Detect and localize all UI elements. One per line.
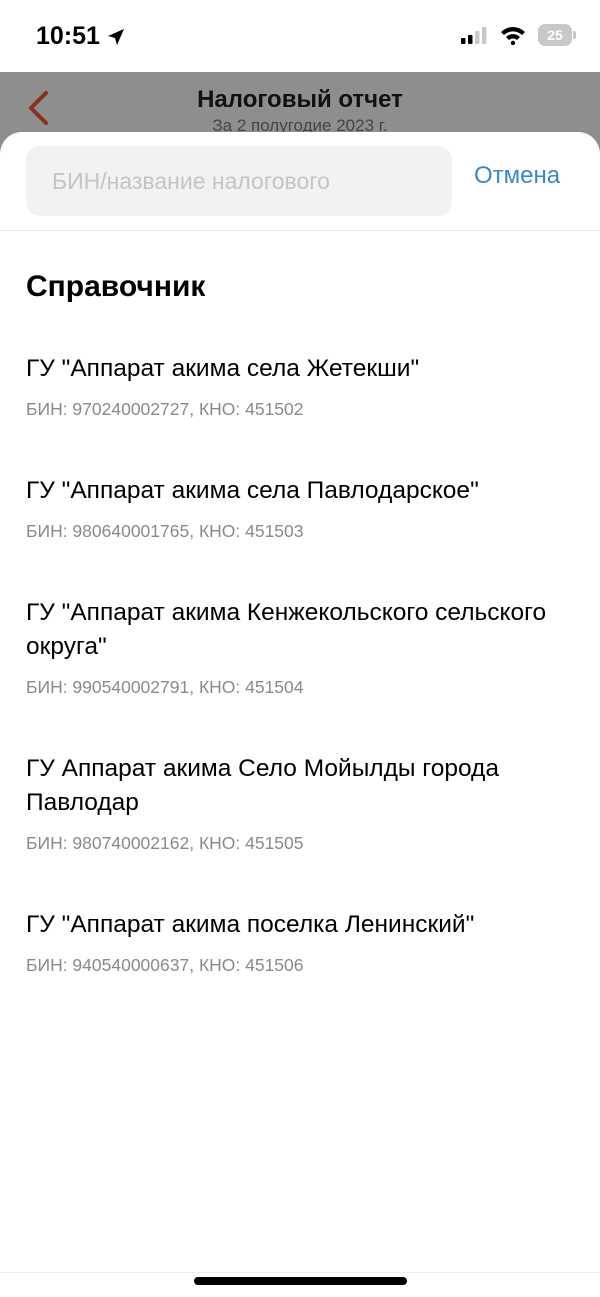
search-sheet: Отмена Справочник ГУ "Аппарат акима села… bbox=[0, 132, 600, 1297]
location-arrow-icon bbox=[107, 28, 124, 45]
item-name: ГУ "Аппарат акима села Жетекши" bbox=[26, 355, 420, 382]
status-time: 10:51 bbox=[36, 22, 100, 50]
list-item[interactable]: ГУ "Аппарат акима Кенжекольского сельско… bbox=[0, 590, 600, 699]
directory-list: ГУ "Аппарат акима села Жетекши" БИН: 970… bbox=[0, 346, 600, 1024]
background-title: Налоговый отчет bbox=[197, 86, 403, 113]
screen: 10:51 25 Налоговый отчет За 2 полугодие … bbox=[0, 0, 600, 1297]
section-title: Справочник bbox=[26, 270, 206, 303]
list-item[interactable]: ГУ Аппарат акима Село Мойылды города Пав… bbox=[0, 746, 600, 855]
list-item[interactable]: ГУ "Аппарат акима поселка Ленинский" БИН… bbox=[0, 902, 600, 977]
status-icons: 25 bbox=[460, 24, 576, 46]
item-details: БИН: 970240002727, КНО: 451502 bbox=[26, 399, 304, 419]
list-item[interactable]: ГУ "Аппарат акима села Жетекши" БИН: 970… bbox=[0, 346, 600, 421]
item-name: ГУ Аппарат акима Село Мойылды города Пав… bbox=[26, 755, 499, 816]
wifi-icon bbox=[501, 27, 525, 45]
item-details: БИН: 990540002791, КНО: 451504 bbox=[26, 677, 304, 697]
item-name: ГУ "Аппарат акима села Павлодарское" bbox=[26, 477, 479, 504]
battery-icon: 25 bbox=[538, 24, 576, 46]
signal-icon bbox=[461, 27, 487, 44]
item-name: ГУ "Аппарат акима Кенжекольского сельско… bbox=[26, 599, 547, 660]
item-name: ГУ "Аппарат акима поселка Ленинский" bbox=[26, 911, 475, 938]
item-details: БИН: 980740002162, КНО: 451505 bbox=[26, 833, 304, 853]
list-item[interactable]: ГУ "Аппарат акима села Павлодарское" БИН… bbox=[0, 468, 600, 543]
status-bar: 10:51 25 bbox=[0, 0, 600, 72]
search-row: Отмена bbox=[0, 132, 600, 231]
search-input[interactable] bbox=[26, 146, 452, 216]
cancel-button[interactable]: Отмена bbox=[474, 162, 560, 190]
bottom-divider bbox=[0, 1272, 600, 1273]
status-time-group: 10:51 bbox=[36, 22, 126, 51]
home-indicator[interactable] bbox=[194, 1277, 407, 1285]
item-details: БИН: 940540000637, КНО: 451506 bbox=[26, 955, 304, 975]
battery-level: 25 bbox=[547, 27, 563, 43]
item-details: БИН: 980640001765, КНО: 451503 bbox=[26, 521, 304, 541]
